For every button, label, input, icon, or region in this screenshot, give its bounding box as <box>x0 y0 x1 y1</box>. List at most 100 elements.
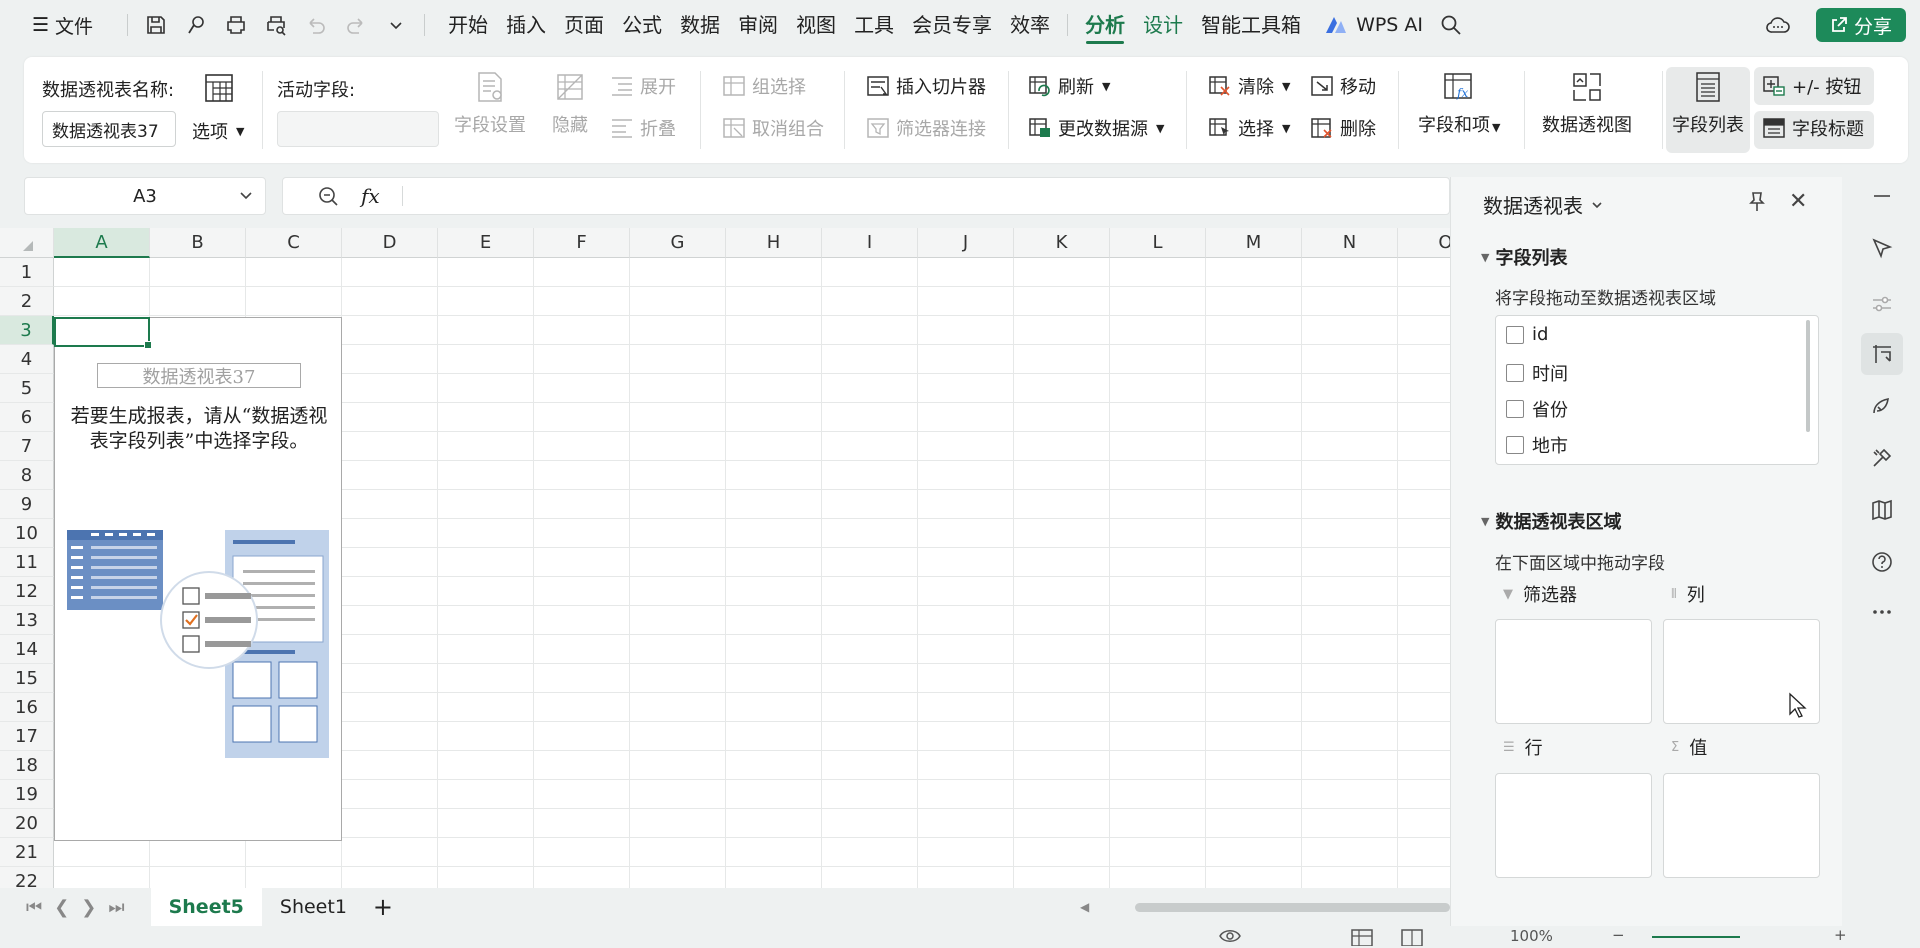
row-header-14[interactable]: 14 <box>0 635 54 664</box>
clear-button[interactable]: 清除 ▼ <box>1208 73 1290 99</box>
row-header-1[interactable]: 1 <box>0 258 54 287</box>
fields-items-button[interactable]: fx 字段和项 ▼ <box>1418 69 1500 137</box>
areas-section[interactable]: ▼ 数据透视表区域 <box>1481 508 1621 534</box>
column-header-g[interactable]: G <box>630 228 726 258</box>
pivot-chart-button[interactable]: 数据透视图 <box>1542 69 1632 137</box>
column-header-a[interactable]: A <box>54 228 150 258</box>
column-header-o[interactable]: O <box>1398 228 1450 258</box>
row-header-3[interactable]: 3 <box>0 316 54 345</box>
print-icon[interactable] <box>216 5 256 45</box>
zoom-slider-track[interactable] <box>1652 936 1740 938</box>
tab-analyze[interactable]: 分析 <box>1076 0 1134 50</box>
pivot-panel-icon[interactable] <box>1861 333 1903 375</box>
tab-view[interactable]: 视图 <box>787 0 845 50</box>
column-header-l[interactable]: L <box>1110 228 1206 258</box>
rows-drop-area[interactable] <box>1495 773 1652 878</box>
row-header-16[interactable]: 16 <box>0 693 54 722</box>
values-drop-area[interactable] <box>1663 773 1820 878</box>
row-header-9[interactable]: 9 <box>0 490 54 519</box>
row-header-22[interactable]: 22 <box>0 867 54 888</box>
row-header-2[interactable]: 2 <box>0 287 54 316</box>
filter-drop-area[interactable] <box>1495 619 1652 724</box>
column-header-c[interactable]: C <box>246 228 342 258</box>
last-sheet-icon[interactable]: ⏭ <box>108 897 124 918</box>
minimize-icon[interactable] <box>1861 175 1903 217</box>
select-all-corner[interactable] <box>0 228 54 258</box>
toggle-buttons-button[interactable]: +/- 按钮 <box>1762 73 1861 99</box>
hide-button[interactable]: 隐藏 <box>552 69 588 137</box>
field-headers-button[interactable]: 字段标题 <box>1762 115 1864 141</box>
select-button[interactable]: 选择 ▼ <box>1208 115 1290 141</box>
normal-view-icon[interactable] <box>1350 928 1374 948</box>
tab-home[interactable]: 开始 <box>439 0 497 50</box>
delete-button[interactable]: 删除 <box>1310 115 1376 141</box>
tab-data[interactable]: 数据 <box>671 0 729 50</box>
field-list-scrollbar[interactable] <box>1806 320 1810 432</box>
row-header-6[interactable]: 6 <box>0 403 54 432</box>
row-header-5[interactable]: 5 <box>0 374 54 403</box>
prev-sheet-icon[interactable]: ❮ <box>54 897 69 918</box>
file-menu[interactable]: ☰ 文件 <box>32 12 93 39</box>
row-header-4[interactable]: 4 <box>0 345 54 374</box>
undo-icon[interactable] <box>296 5 336 45</box>
zoom-minus-icon[interactable]: − <box>1612 926 1625 944</box>
options-button[interactable]: 选项 ▼ <box>192 118 244 144</box>
tab-efficiency[interactable]: 效率 <box>1001 0 1059 50</box>
zoom-out-icon[interactable] <box>317 185 339 207</box>
field-item-time[interactable]: 时间 <box>1506 360 1568 386</box>
row-header-12[interactable]: 12 <box>0 577 54 606</box>
add-sheet-icon[interactable]: + <box>373 893 393 921</box>
style-brush-icon[interactable] <box>1861 385 1903 427</box>
filter-connections-button[interactable]: 筛选器连接 <box>866 115 986 141</box>
row-header-13[interactable]: 13 <box>0 606 54 635</box>
chevron-down-icon[interactable] <box>237 186 255 204</box>
eye-icon[interactable] <box>1218 928 1242 948</box>
zoom-plus-icon[interactable]: + <box>1834 926 1847 944</box>
field-item-id[interactable]: id <box>1506 324 1548 345</box>
panel-title[interactable]: 数据透视表 <box>1483 190 1603 219</box>
refresh-button[interactable]: 刷新 ▼ <box>1028 73 1110 99</box>
tab-formulas[interactable]: 公式 <box>613 0 671 50</box>
move-button[interactable]: 移动 <box>1310 73 1376 99</box>
row-header-19[interactable]: 19 <box>0 780 54 809</box>
scrollbar-thumb[interactable] <box>1135 902 1450 912</box>
sliders-icon[interactable] <box>1861 283 1903 325</box>
field-list-section[interactable]: ▼ 字段列表 <box>1481 244 1567 270</box>
print-preview-icon[interactable] <box>256 5 296 45</box>
column-header-j[interactable]: J <box>918 228 1014 258</box>
row-header-20[interactable]: 20 <box>0 809 54 838</box>
pivot-name-input[interactable]: 数据透视表37 <box>42 111 176 147</box>
tab-smart-toolbox[interactable]: 智能工具箱 <box>1192 0 1310 50</box>
tools-icon[interactable] <box>1861 437 1903 479</box>
insert-slicer-button[interactable]: 插入切片器 <box>866 73 986 99</box>
help-icon[interactable] <box>1861 541 1903 583</box>
next-sheet-icon[interactable]: ❯ <box>81 897 96 918</box>
columns-drop-area[interactable] <box>1663 619 1820 724</box>
wps-ai-button[interactable]: WPS AI <box>1324 14 1423 36</box>
field-item-city[interactable]: 地市 <box>1506 432 1568 458</box>
zoom-level[interactable]: 100% <box>1510 927 1553 945</box>
change-source-button[interactable]: 更改数据源 ▼ <box>1028 115 1164 141</box>
row-header-7[interactable]: 7 <box>0 432 54 461</box>
tab-design[interactable]: 设计 <box>1134 0 1192 50</box>
field-list-button[interactable]: 字段列表 <box>1672 69 1744 137</box>
first-sheet-icon[interactable]: ⏮ <box>26 897 42 918</box>
book-map-icon[interactable] <box>1861 489 1903 531</box>
column-header-b[interactable]: B <box>150 228 246 258</box>
redo-icon[interactable] <box>336 5 376 45</box>
scroll-left-icon[interactable]: ◀ <box>1080 900 1089 914</box>
group-select-button[interactable]: 组选择 <box>722 73 806 99</box>
sheet-tab-sheet1[interactable]: Sheet1 <box>262 888 365 926</box>
collapse-button[interactable]: 折叠 <box>610 115 676 141</box>
field-item-province[interactable]: 省份 <box>1506 396 1568 422</box>
active-field-input[interactable] <box>277 111 439 147</box>
format-painter-icon[interactable] <box>176 5 216 45</box>
field-checkbox[interactable] <box>1506 436 1524 454</box>
row-header-8[interactable]: 8 <box>0 461 54 490</box>
cloud-icon[interactable] <box>1758 5 1798 45</box>
tab-tools[interactable]: 工具 <box>845 0 903 50</box>
sheet-tab-sheet5[interactable]: Sheet5 <box>150 888 262 926</box>
more-icon[interactable] <box>1861 591 1903 633</box>
column-header-e[interactable]: E <box>438 228 534 258</box>
active-cell-a3[interactable] <box>54 317 152 349</box>
